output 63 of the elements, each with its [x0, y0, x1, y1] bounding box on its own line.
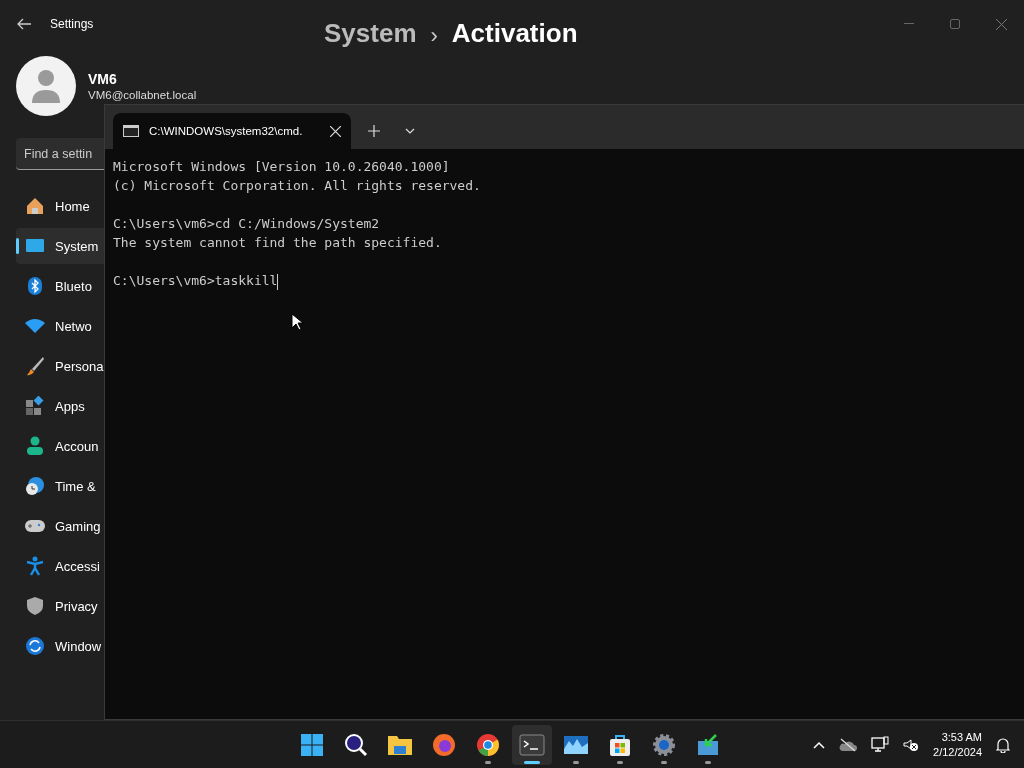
breadcrumb-separator: ›	[430, 22, 438, 50]
shopping-bag-icon	[608, 732, 632, 757]
user-email: VM6@collabnet.local	[88, 89, 197, 101]
chevron-up-icon[interactable]	[813, 740, 826, 749]
console-output: The system cannot find the path specified.	[113, 234, 443, 252]
folder-icon	[387, 733, 413, 756]
access-icon	[24, 556, 46, 576]
system-icon	[24, 238, 46, 254]
search-field[interactable]: Find a settin	[16, 138, 104, 170]
avatar	[16, 56, 76, 116]
console-output: C:\Users\vm6>cd C:/Windows/System2	[113, 215, 381, 233]
sidebar-item[interactable]: Window	[16, 628, 104, 664]
console-icon	[123, 125, 139, 137]
console-output: Microsoft Windows [Version 10.0.26040.1000]	[113, 158, 451, 176]
network-icon	[24, 318, 46, 334]
terminal-icon	[519, 733, 545, 756]
sidebar-item[interactable]: System	[16, 228, 104, 264]
browser-icon	[476, 732, 500, 757]
page-title: Activation	[451, 18, 578, 49]
user-name: VM6	[88, 71, 118, 87]
sidebar-item[interactable]: Time &	[16, 468, 104, 504]
clock-time[interactable]: 3:53 AM	[941, 729, 982, 745]
maximize-icon[interactable]	[950, 19, 960, 29]
chart-icon	[563, 734, 589, 755]
sidebar-item[interactable]: Accoun	[16, 428, 104, 464]
sidebar-item[interactable]: Accessi	[16, 548, 104, 584]
sidebar-item[interactable]: Apps	[16, 388, 104, 424]
sidebar-item[interactable]: Gaming	[16, 508, 104, 544]
browser-icon	[432, 732, 456, 757]
clock-date[interactable]: 2/12/2024	[933, 744, 982, 760]
gaming-icon	[24, 518, 46, 534]
sidebar-item[interactable]: Persona	[16, 348, 104, 384]
plus-icon[interactable]	[368, 125, 380, 137]
update-icon	[24, 636, 46, 656]
chevron-down-icon[interactable]	[405, 128, 415, 134]
home-icon	[24, 196, 46, 216]
gear-icon	[652, 732, 676, 757]
windows-icon	[300, 732, 324, 757]
shield-icon	[24, 596, 46, 616]
mouse-pointer-icon	[291, 313, 303, 331]
apps-icon	[24, 396, 46, 416]
sidebar-item[interactable]: Netwo	[16, 308, 104, 344]
minimize-icon[interactable]	[904, 23, 914, 25]
sidebar-item[interactable]: Blueto	[16, 268, 104, 304]
console-output: (c) Microsoft Corporation. All rights reserved.	[113, 177, 482, 195]
breadcrumb-link[interactable]: System	[324, 18, 417, 49]
terminal-tab[interactable]: C:\WINDOWS\system32\cmd.	[113, 113, 351, 149]
search-icon	[344, 732, 368, 757]
sidebar-item[interactable]: Privacy	[16, 588, 104, 624]
cloud-off-icon[interactable]	[839, 737, 858, 752]
brush-icon	[24, 356, 46, 376]
installer-icon	[696, 733, 720, 756]
network-icon[interactable]	[871, 735, 890, 754]
notification-bell-icon[interactable]	[996, 736, 1010, 753]
back-icon[interactable]	[16, 18, 32, 30]
time-icon	[24, 476, 46, 496]
sidebar-item[interactable]: Home	[16, 188, 104, 224]
command-prompt: C:\Users\vm6>taskkill	[113, 272, 280, 290]
taskbar-button[interactable]	[512, 724, 552, 765]
volume-muted-icon[interactable]	[903, 737, 920, 752]
tab-title: C:\WINDOWS\system32\cmd.	[149, 125, 303, 137]
window-title: Settings	[50, 17, 94, 31]
account-icon	[24, 436, 46, 456]
